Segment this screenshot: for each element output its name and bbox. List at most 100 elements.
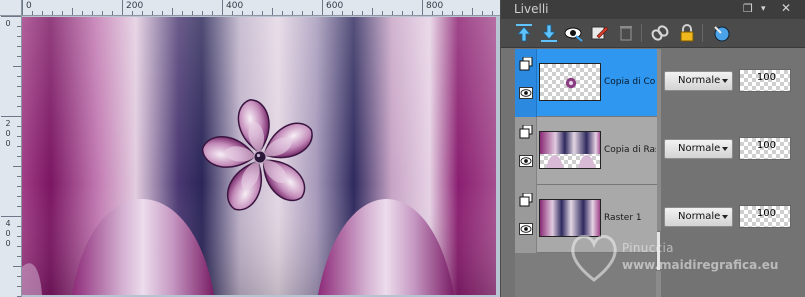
layer-stack-icon[interactable]	[519, 193, 533, 207]
ruler-top: 0 200 400 600 800	[22, 0, 500, 16]
layer-row-raster-1[interactable]: Raster 1	[515, 185, 657, 253]
chevron-down-icon	[722, 215, 728, 219]
blend-mode-value: Normale	[678, 211, 721, 222]
blend-mode-dropdown[interactable]: Normale	[664, 71, 733, 91]
ruler-tick	[17, 126, 21, 127]
ruler-tick	[432, 11, 433, 15]
ruler-tick	[452, 11, 453, 15]
move-layer-up-icon[interactable]	[513, 22, 535, 44]
ruler-tick	[92, 11, 93, 15]
ruler-tick	[32, 11, 33, 15]
opacity-field[interactable]: 100	[739, 137, 791, 160]
ruler-label-0: 0	[26, 1, 32, 11]
edit-layer-icon[interactable]	[589, 22, 611, 44]
ruler-tick	[242, 11, 243, 15]
ruler-tick	[162, 11, 163, 15]
lock-icon[interactable]	[676, 22, 698, 44]
ruler-tick	[17, 36, 21, 37]
ruler-tick	[152, 11, 153, 15]
ruler-tick	[232, 11, 233, 15]
ruler-tick	[112, 11, 113, 15]
ruler-tick	[17, 176, 21, 177]
ruler-tick	[17, 86, 21, 87]
ruler-tick	[312, 11, 313, 15]
layer-properties-icon[interactable]	[710, 22, 732, 44]
canvas-area: 0 200 400 600 800 0 2 0 0 4 0 0	[0, 0, 500, 297]
blend-mode-dropdown[interactable]: Normale	[664, 207, 733, 227]
ruler-tick	[252, 11, 253, 15]
visibility-toggle-icon[interactable]	[563, 22, 585, 44]
dock-icon[interactable]: ❒	[743, 2, 753, 15]
layer-row-copia-di-copia[interactable]: Copia di Copia	[515, 49, 657, 117]
ruler-tick	[392, 11, 393, 15]
ruler-tick	[17, 96, 21, 97]
layers-toolbar	[501, 19, 805, 48]
ruler-tick	[17, 236, 21, 237]
ruler-tick	[142, 11, 143, 15]
blend-mode-value: Normale	[678, 75, 721, 86]
ruler-left-label: 0	[5, 129, 11, 138]
ruler-tick	[102, 11, 103, 15]
ruler-tick	[17, 226, 21, 227]
ruler-tick	[17, 46, 21, 47]
layer-name: Copia di Copia	[604, 77, 656, 87]
ruler-tick	[282, 11, 283, 15]
ruler-tick	[1, 116, 21, 117]
ruler-tick	[342, 11, 343, 15]
ruler-tick	[13, 266, 21, 267]
ruler-corner	[0, 0, 22, 16]
ruler-tick	[462, 11, 463, 15]
ruler-left-label: 0	[5, 229, 11, 238]
ruler-tick	[402, 11, 403, 15]
ruler-tick	[17, 256, 21, 257]
layer-icon-column	[515, 185, 537, 253]
eye-icon[interactable]	[519, 87, 533, 99]
blend-mode-dropdown[interactable]: Normale	[664, 139, 733, 159]
ruler-tick	[422, 0, 423, 15]
eye-icon[interactable]	[519, 155, 533, 167]
ruler-tick	[492, 11, 493, 15]
opacity-field[interactable]: 100	[739, 205, 791, 228]
eye-icon[interactable]	[519, 223, 533, 235]
ruler-tick	[202, 11, 203, 15]
ruler-tick	[412, 11, 413, 15]
layer-thumbnail	[539, 199, 601, 237]
ruler-tick	[62, 11, 63, 15]
layer-row-copia-di-raster[interactable]: Copia di Raster	[515, 117, 657, 185]
ruler-left-label: 0	[5, 139, 11, 148]
ruler-tick	[272, 8, 273, 15]
ruler-tick	[1, 16, 21, 17]
panel-title: Livelli	[514, 2, 549, 16]
ruler-tick	[322, 0, 323, 15]
ruler-tick	[352, 11, 353, 15]
ruler-tick	[192, 11, 193, 15]
layer-stack-icon[interactable]	[519, 57, 533, 71]
ruler-label-200: 200	[126, 1, 144, 11]
opacity-field[interactable]: 100	[739, 69, 791, 92]
panel-header: Livelli ❒ ▾ ✕	[501, 0, 805, 19]
ruler-label-600: 600	[326, 1, 344, 11]
ruler-tick	[17, 186, 21, 187]
layer-list: Copia di Copia Normale 100 Copi	[501, 49, 805, 297]
chevron-down-icon	[722, 79, 728, 83]
layer-thumbnail	[539, 63, 601, 101]
layer-stack-icon[interactable]	[519, 125, 533, 139]
layer-name: Copia di Raster	[604, 145, 656, 155]
delete-layer-icon[interactable]	[615, 22, 637, 44]
link-icon[interactable]	[649, 22, 671, 44]
blend-mode-value: Normale	[678, 143, 721, 154]
ruler-tick	[17, 26, 21, 27]
ruler-label-800: 800	[426, 1, 444, 11]
ruler-tick	[52, 11, 53, 15]
ruler-tick	[17, 276, 21, 277]
ruler-tick	[82, 11, 83, 15]
move-layer-down-icon[interactable]	[538, 22, 560, 44]
menu-arrow-icon[interactable]: ▾	[761, 4, 766, 14]
image-canvas[interactable]	[22, 17, 496, 295]
opacity-value: 100	[756, 72, 776, 83]
canvas-artwork	[22, 17, 496, 295]
ruler-left-label: 2	[5, 119, 11, 128]
close-icon[interactable]: ✕	[781, 1, 791, 15]
chevron-down-icon	[722, 147, 728, 151]
layers-panel: Livelli ❒ ▾ ✕ Copia di Co Normale 100 Co…	[500, 0, 805, 297]
